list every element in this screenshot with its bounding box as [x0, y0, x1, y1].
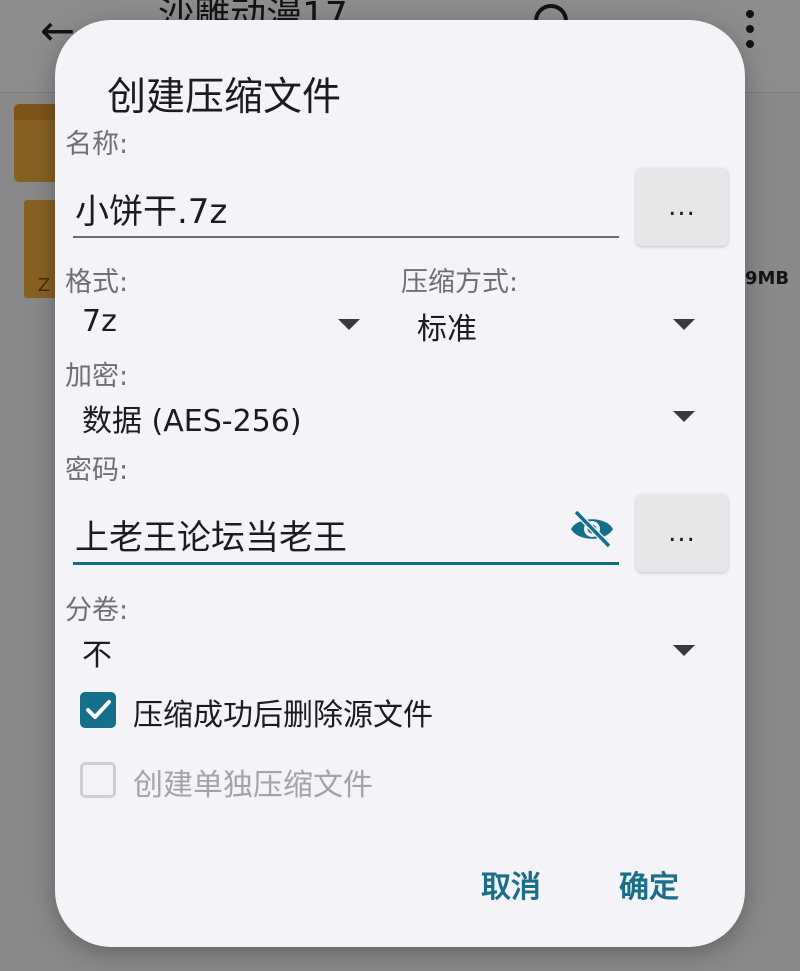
- split-value: 不: [82, 638, 112, 673]
- password-label: 密码:: [65, 455, 129, 486]
- compression-label: 压缩方式:: [401, 267, 519, 298]
- archive-name-underline: [73, 236, 619, 238]
- archive-name-input[interactable]: 小饼干.7z: [75, 184, 227, 233]
- encryption-label: 加密:: [65, 361, 129, 392]
- encryption-dropdown[interactable]: 数据 (AES-256): [82, 396, 697, 442]
- split-label: 分卷:: [65, 595, 129, 626]
- compression-value: 标准: [417, 312, 477, 347]
- delete-source-checkbox[interactable]: [80, 692, 116, 728]
- split-dropdown[interactable]: 不: [82, 630, 697, 676]
- checkmark-icon: [86, 700, 111, 719]
- separate-archives-checkbox[interactable]: [80, 762, 116, 798]
- dialog-title: 创建压缩文件: [107, 75, 342, 120]
- cancel-button[interactable]: 取消: [481, 862, 541, 906]
- format-label: 格式:: [65, 267, 129, 298]
- encryption-value: 数据 (AES-256): [82, 404, 302, 439]
- format-dropdown-arrow-icon: [338, 319, 360, 330]
- name-label: 名称:: [65, 129, 129, 160]
- separate-archives-label: 创建单独压缩文件: [133, 768, 373, 803]
- password-more-button[interactable]: ...: [636, 494, 728, 572]
- create-archive-dialog: 创建压缩文件 名称: 小饼干.7z ... 格式: 7z 压缩方式: 标准 加密…: [55, 20, 745, 947]
- compression-dropdown[interactable]: 标准: [417, 304, 697, 350]
- format-dropdown[interactable]: 7z: [82, 304, 362, 350]
- visibility-off-icon[interactable]: [568, 509, 616, 549]
- password-underline: [73, 562, 619, 565]
- split-dropdown-arrow-icon: [673, 645, 695, 656]
- encryption-dropdown-arrow-icon: [673, 411, 695, 422]
- password-input[interactable]: 上老王论坛当老王: [75, 510, 347, 559]
- name-more-button[interactable]: ...: [636, 168, 728, 246]
- delete-source-label[interactable]: 压缩成功后删除源文件: [133, 690, 433, 734]
- compression-dropdown-arrow-icon: [673, 319, 695, 330]
- format-value: 7z: [82, 304, 117, 339]
- ok-button[interactable]: 确定: [619, 862, 679, 906]
